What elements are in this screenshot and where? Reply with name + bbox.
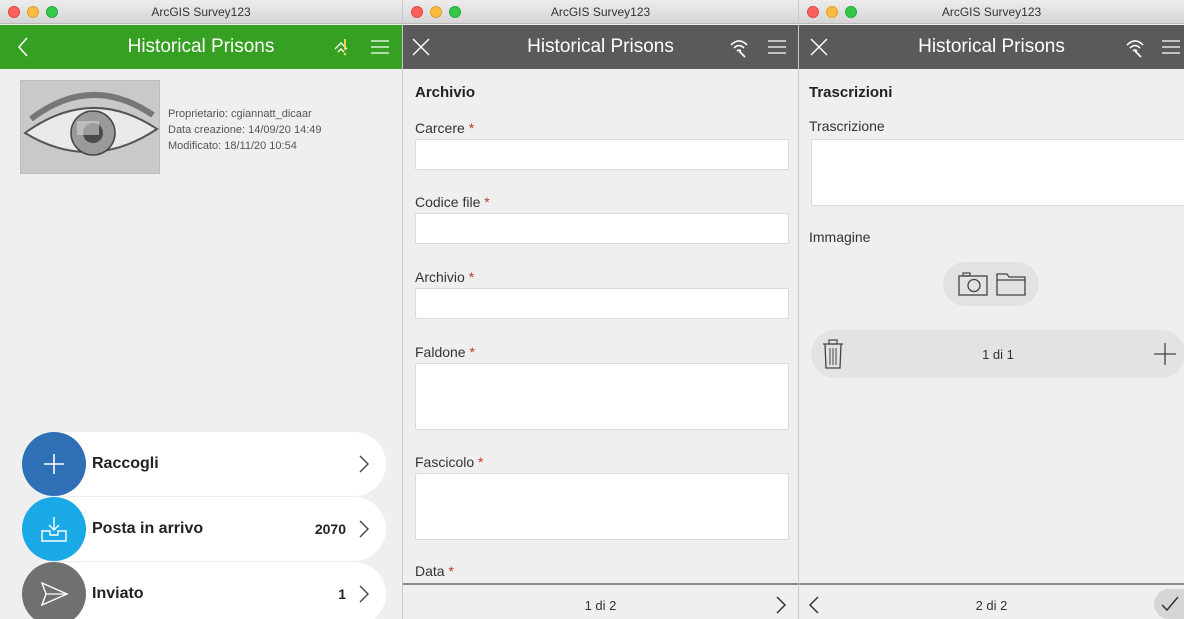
gps-warning-icon[interactable]	[330, 35, 354, 59]
survey-overview-window: ArcGIS Survey123 Historical Prisons Prop…	[0, 0, 402, 619]
section-title: Archivio	[415, 84, 476, 101]
form-page-1-window: ArcGIS Survey123 Historical Prisons Arch…	[402, 0, 798, 619]
app-header: Historical Prisons	[403, 25, 798, 69]
submit-button[interactable]	[1154, 589, 1184, 619]
form-footer: 1 di 2	[403, 583, 798, 619]
fascicolo-textarea[interactable]	[415, 473, 789, 540]
chevron-right-icon	[359, 520, 369, 538]
chevron-right-icon	[359, 585, 369, 603]
camera-icon[interactable]	[957, 270, 989, 298]
page-indicator: 2 di 2	[975, 598, 1008, 613]
window-title: ArcGIS Survey123	[941, 5, 1042, 19]
field-label-fascicolo: Fascicolo *	[415, 454, 484, 470]
gps-signal-icon[interactable]	[1123, 35, 1147, 59]
inbox-action[interactable]: Posta in arrivo 2070	[22, 497, 386, 561]
menu-icon[interactable]	[765, 35, 789, 59]
survey-thumbnail	[20, 80, 160, 174]
sent-count: 1	[338, 586, 346, 602]
desktop: ArcGIS Survey123 Historical Prisons Prop…	[0, 0, 1184, 619]
inbox-count: 2070	[314, 521, 346, 537]
modified-date-text: Modificato: 18/11/20 10:54	[168, 140, 297, 152]
inbox-icon	[22, 497, 86, 561]
image-capture-buttons	[943, 262, 1039, 306]
page-indicator: 1 di 2	[584, 598, 617, 613]
window-title: ArcGIS Survey123	[151, 5, 251, 19]
trascrizione-textarea[interactable]	[811, 139, 1184, 206]
created-date-text: Data creazione: 14/09/20 14:49	[168, 124, 322, 136]
repeat-indicator: 1 di 1	[982, 347, 1014, 362]
carcere-input[interactable]	[415, 139, 789, 170]
sent-label: Inviato	[92, 585, 144, 602]
plus-icon[interactable]	[1153, 342, 1177, 366]
form-page-2-window: ArcGIS Survey123 Historical Prisons Tras…	[798, 0, 1184, 619]
form-footer: 2 di 2	[799, 583, 1184, 619]
codice-file-input[interactable]	[415, 213, 789, 244]
field-label-immagine: Immagine	[809, 229, 871, 245]
plus-icon	[22, 432, 86, 496]
window-title: ArcGIS Survey123	[550, 5, 651, 19]
menu-icon[interactable]	[368, 35, 392, 59]
field-label-data: Data *	[415, 563, 454, 579]
chevron-right-icon[interactable]	[774, 595, 788, 615]
field-label-faldone: Faldone *	[415, 344, 475, 360]
owner-text: Proprietario: cgiannatt_dicaar	[168, 108, 312, 120]
archivio-input[interactable]	[415, 288, 789, 319]
field-label-carcere: Carcere *	[415, 120, 475, 136]
inbox-label: Posta in arrivo	[92, 520, 204, 537]
faldone-textarea[interactable]	[415, 363, 789, 430]
folder-icon[interactable]	[995, 270, 1027, 298]
field-label-trascrizione: Trascrizione	[809, 118, 885, 134]
send-icon	[22, 562, 86, 619]
sent-action[interactable]: Inviato 1	[22, 562, 386, 619]
window-titlebar: ArcGIS Survey123	[0, 0, 402, 24]
repeat-navigator: 1 di 1	[811, 330, 1184, 378]
menu-icon[interactable]	[1159, 35, 1183, 59]
window-titlebar: ArcGIS Survey123	[403, 0, 798, 24]
chevron-right-icon	[359, 455, 369, 473]
app-header: Historical Prisons	[799, 25, 1184, 69]
check-icon	[1161, 596, 1179, 612]
field-label-codice-file: Codice file *	[415, 194, 490, 210]
collect-label: Raccogli	[92, 455, 159, 472]
survey-metadata: Proprietario: cgiannatt_dicaar Data crea…	[168, 106, 322, 154]
section-title: Trascrizioni	[809, 84, 893, 101]
app-header: Historical Prisons	[0, 25, 402, 69]
collect-action[interactable]: Raccogli	[22, 432, 386, 496]
window-titlebar: ArcGIS Survey123	[799, 0, 1184, 24]
gps-signal-icon[interactable]	[727, 35, 751, 59]
field-label-archivio: Archivio *	[415, 269, 475, 285]
